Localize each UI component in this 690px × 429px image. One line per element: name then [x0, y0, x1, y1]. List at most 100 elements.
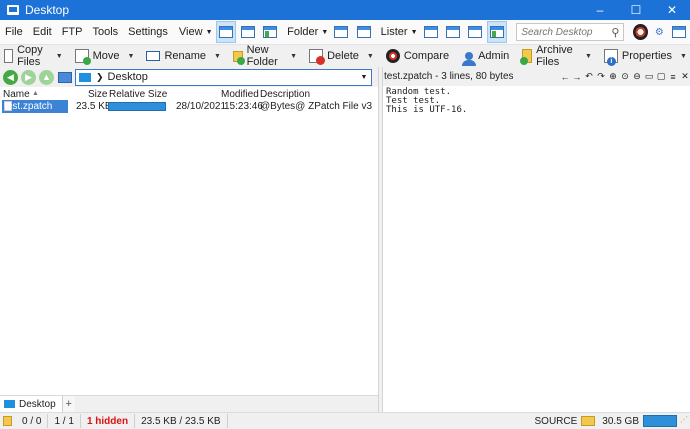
admin-icon	[462, 52, 477, 66]
thumbnail-view-button[interactable]	[260, 21, 280, 43]
new-tab-button[interactable]: +	[62, 396, 75, 412]
rotate-right-icon[interactable]: ↷	[595, 71, 607, 82]
zoom-out-icon[interactable]: ⊖	[631, 71, 643, 82]
file-name-cell[interactable]: test.zpatch	[2, 100, 68, 113]
layout-icon	[468, 26, 482, 38]
lister-layout-2-button[interactable]	[443, 21, 463, 43]
rotate-left-icon[interactable]: ↶	[583, 71, 595, 82]
sort-ascending-icon: ▲	[32, 90, 39, 97]
list-view-button[interactable]	[238, 21, 258, 43]
chevron-down-icon[interactable]: ▼	[214, 53, 221, 60]
status-free-space: 30.5 GB	[602, 415, 639, 427]
desktop-folder-icon	[4, 400, 15, 408]
view-dropdown[interactable]: View ▼	[173, 26, 215, 38]
move-button[interactable]: Move ▼	[71, 45, 143, 67]
lister-layout-3-button[interactable]	[465, 21, 485, 43]
delete-button[interactable]: Delete ▼	[305, 45, 382, 67]
status-source: SOURCE	[534, 415, 578, 427]
dual-pane-button[interactable]	[353, 21, 373, 43]
preview-header: test.zpatch - 3 lines, 80 bytes ← → ↶ ↷ …	[383, 67, 690, 86]
details-view-button[interactable]	[215, 21, 236, 43]
preview-pane: test.zpatch - 3 lines, 80 bytes ← → ↶ ↷ …	[382, 67, 690, 412]
up-arrow-icon[interactable]: ▲	[39, 69, 54, 85]
file-size: 23.5 KB	[76, 101, 112, 112]
address-bar: ◀ ▶ ▲ ❯ Desktop ▼	[0, 67, 378, 87]
preview-text: Random test. Test test. This is UTF-16.	[386, 87, 468, 115]
rename-button[interactable]: Rename ▼	[142, 45, 229, 67]
close-preview-icon[interactable]: ✕	[679, 71, 690, 82]
column-modified[interactable]: Modified	[221, 89, 259, 100]
folder-tree-button[interactable]	[331, 21, 351, 43]
properties-button[interactable]: Properties ▼	[600, 45, 690, 67]
path-field[interactable]: ❯ Desktop ▼	[75, 68, 372, 86]
chevron-down-icon[interactable]: ▼	[290, 53, 297, 60]
compare-label: Compare	[403, 50, 450, 62]
properties-icon	[603, 49, 618, 66]
toolbar: Copy Files ▼ Move ▼ Rename ▼ New Folder ▼ De…	[0, 44, 690, 68]
compare-tool-icon[interactable]	[633, 24, 648, 40]
column-relative-size[interactable]: Relative Size	[109, 89, 167, 100]
fullscreen-icon[interactable]: ▭	[643, 71, 655, 82]
chevron-down-icon[interactable]: ▼	[56, 53, 63, 60]
delete-label: Delete	[327, 50, 359, 62]
previous-file-icon[interactable]: ←	[559, 72, 571, 82]
layout-icon	[445, 26, 460, 38]
zoom-in-icon[interactable]: ⊕	[607, 71, 619, 82]
copy-files-button[interactable]: Copy Files ▼	[0, 44, 71, 68]
new-folder-button[interactable]: New Folder ▼	[229, 44, 305, 68]
preview-pane-icon	[490, 26, 505, 38]
menu-file[interactable]: File	[0, 26, 28, 38]
file-description: @Bytes@ ZPatch File v3	[260, 101, 373, 112]
admin-label: Admin	[478, 50, 510, 62]
folder-dropdown[interactable]: Folder ▼	[281, 26, 330, 38]
search-input[interactable]	[521, 26, 612, 38]
menu-bar: File Edit FTP Tools Settings View ▼ Folde…	[0, 20, 690, 45]
close-button[interactable]: ✕	[654, 0, 690, 20]
forward-arrow-icon[interactable]: ▶	[21, 69, 36, 85]
path-segment-desktop[interactable]: Desktop	[108, 71, 148, 83]
chevron-down-icon[interactable]: ▼	[680, 53, 687, 60]
lister-layout-1-button[interactable]	[421, 21, 441, 43]
compare-button[interactable]: Compare	[382, 45, 452, 67]
preview-pane-button[interactable]	[487, 21, 508, 43]
menu-edit[interactable]: Edit	[28, 26, 57, 38]
chevron-down-icon[interactable]: ▼	[357, 74, 371, 81]
resize-grip-icon[interactable]: ⋰	[680, 415, 690, 427]
back-arrow-icon[interactable]: ◀	[3, 69, 18, 85]
menu-tools[interactable]: Tools	[87, 26, 123, 38]
column-size[interactable]: Size	[88, 89, 107, 100]
window-layout-button[interactable]	[669, 21, 689, 43]
copy-preview-icon[interactable]: ▢	[655, 71, 667, 82]
status-hidden[interactable]: 1 hidden	[81, 414, 136, 428]
search-box[interactable]: ⚲	[516, 23, 625, 41]
lister-label: Lister	[380, 26, 408, 38]
table-row[interactable]: test.zpatch 23.5 KB 28/10/2021 15:23:46 …	[0, 100, 378, 114]
file-date: 28/10/2021	[176, 101, 227, 112]
next-file-icon[interactable]: →	[571, 72, 583, 82]
zoom-fit-icon[interactable]: ⊙	[619, 71, 631, 82]
copy-files-label: Copy Files	[17, 44, 43, 68]
archive-icon	[520, 49, 533, 65]
window-title: Desktop	[25, 3, 70, 17]
dual-pane-icon	[356, 26, 371, 38]
maximize-button[interactable]: ☐	[618, 0, 654, 20]
column-description[interactable]: Description	[260, 89, 310, 100]
column-name[interactable]: Name	[3, 89, 30, 100]
menu-settings[interactable]: Settings	[123, 26, 173, 38]
menu-ftp[interactable]: FTP	[57, 26, 88, 38]
chevron-down-icon[interactable]: ▼	[128, 53, 135, 60]
lister-dropdown[interactable]: Lister ▼	[375, 26, 420, 38]
chevron-down-icon[interactable]: ▼	[585, 53, 592, 60]
archive-files-button[interactable]: Archive Files ▼	[518, 44, 600, 68]
chevron-down-icon[interactable]: ▼	[367, 53, 374, 60]
file-list-pane: ◀ ▶ ▲ ❯ Desktop ▼ Name ▲ Size Relative S…	[0, 67, 378, 412]
list-view-icon	[240, 26, 255, 38]
tab-desktop[interactable]: Desktop	[0, 396, 63, 412]
chevron-right-icon[interactable]: ❯	[96, 72, 104, 83]
folder-icon[interactable]	[58, 71, 72, 83]
admin-button[interactable]: Admin	[458, 45, 512, 67]
menu-icon[interactable]: ≡	[667, 72, 679, 82]
minimize-button[interactable]: –	[582, 0, 618, 20]
status-bar: 0 / 0 1 / 1 1 hidden 23.5 KB / 23.5 KB S…	[0, 412, 690, 429]
settings-small-icon[interactable]: ⚙	[654, 26, 665, 38]
